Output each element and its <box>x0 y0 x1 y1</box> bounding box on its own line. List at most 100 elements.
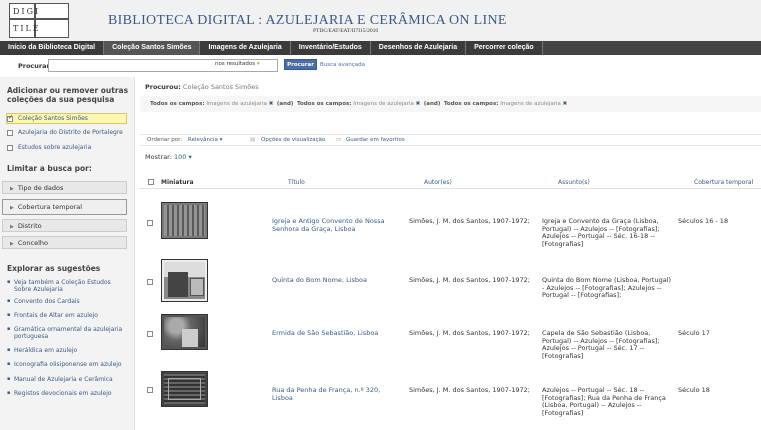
collection-label: Azulejaria do Distrito de Portalegre <box>18 129 123 136</box>
search-scope-value: nos resultados <box>215 61 256 67</box>
facet-cobertura[interactable]: ▶ Cobertura temporal <box>2 199 127 215</box>
checkbox-icon[interactable] <box>7 129 13 136</box>
collection-option[interactable]: Azulejaria do Distrito de Portalegre <box>7 127 123 138</box>
row-checkbox[interactable] <box>147 331 153 337</box>
facet-concelho[interactable]: ▶ Concelho <box>2 236 127 249</box>
suggestion-link[interactable]: Convento dos Cardais <box>7 298 127 305</box>
nav-home[interactable]: Início da Biblioteca Digital <box>0 41 105 55</box>
row-checkbox[interactable] <box>147 220 153 226</box>
result-title[interactable]: Ermida de São Sebastião, Lisboa <box>272 329 387 338</box>
table-row: Quinta do Bom Nome, Lisboa Simões, J. M.… <box>140 259 761 315</box>
result-author: Simões, J. M. dos Santos, 1907-1972; <box>409 329 530 337</box>
suggestion-link[interactable]: Heráldica em azulejo <box>7 347 127 354</box>
result-subject: Capela de São Sebastião (Lisboa, Portuga… <box>542 329 660 360</box>
row-checkbox[interactable] <box>147 279 153 285</box>
facet-label: Distrito <box>17 222 42 230</box>
result-author: Simões, J. M. dos Santos, 1907-1972; <box>409 276 530 284</box>
suggestion-link[interactable]: Veja também a Coleção Estudos Sobre Azul… <box>7 279 127 293</box>
collection-label: Coleção Santos Simões <box>18 115 88 122</box>
suggestion-link[interactable]: Manual de Azulejaria e Cerâmica <box>7 376 127 383</box>
search-scope-select[interactable]: nos resultados ▾ <box>215 61 260 67</box>
remove-filter-icon[interactable]: ✖ <box>563 101 568 107</box>
collection-option[interactable]: Estudos sobre azulejaria <box>7 142 91 153</box>
result-title[interactable]: Igreja e Antigo Convento de Nossa Senhor… <box>272 217 387 233</box>
table-row: Ermida de São Sebastião, Lisboa Simões, … <box>140 314 761 370</box>
order-select[interactable]: Relevância ▾ <box>188 137 222 143</box>
col-title[interactable]: Título <box>288 179 305 186</box>
filter-field: Todos os campos: <box>296 101 352 107</box>
nav-percorrer[interactable]: Percorrer coleção <box>466 41 543 55</box>
nav-desenhos[interactable]: Desenhos de Azulejaria <box>370 41 467 55</box>
checkbox-icon[interactable] <box>7 114 13 122</box>
nav-inventario[interactable]: Inventário/Estudos <box>290 41 371 55</box>
page-size-label: Mostrar: <box>145 153 172 161</box>
folder-icon: ▭ <box>336 137 342 143</box>
facet-label: Concelho <box>17 239 48 247</box>
suggestion-label: Veja também a Coleção Estudos Sobre Azul… <box>14 279 111 293</box>
result-title[interactable]: Rua da Penha de França, n.º 320, Lisboa <box>272 386 402 402</box>
facet-distrito[interactable]: ▶ Distrito <box>2 219 127 232</box>
remove-filter-icon[interactable]: ✖ <box>416 101 421 107</box>
remove-filter-icon[interactable]: ✖ <box>269 101 274 107</box>
facet-label: Tipo de dados <box>17 184 64 192</box>
result-subject: Quinta do Bom Nome (Lisboa, Portugal) - … <box>542 276 672 299</box>
order-label: Ordenar por: <box>147 137 183 143</box>
main-nav: Início da Biblioteca Digital Coleção San… <box>0 41 761 55</box>
col-coverage[interactable]: Cobertura temporal <box>694 179 753 186</box>
search-summary: Procurou: Coleção Santos Simões <box>145 83 259 91</box>
facet-tipo-dados[interactable]: ▶ Tipo de dados <box>2 181 127 194</box>
suggestion-label: Manual de Azulejaria e Cerâmica <box>14 376 113 383</box>
facet-label: Cobertura temporal <box>17 203 83 211</box>
result-thumbnail[interactable] <box>161 259 208 302</box>
result-thumbnail[interactable] <box>161 314 208 350</box>
add-collections-heading: Adicionar ou remover outras coleções da … <box>7 86 129 104</box>
suggestions-heading: Explorar as sugestões <box>7 264 101 273</box>
result-thumbnail[interactable] <box>161 202 208 239</box>
result-title[interactable]: Quinta do Bom Nome, Lisboa <box>272 276 387 285</box>
nav-imagens[interactable]: Imagens de Azulejaria <box>200 41 291 55</box>
suggestion-link[interactable]: Gramática ornamental da azulejaria portu… <box>7 326 127 340</box>
col-subject[interactable]: Assunto(s) <box>558 179 590 186</box>
result-thumbnail[interactable] <box>161 371 208 407</box>
result-subject: Azulejos -- Portugal -- Séc. 18 -- [Foto… <box>542 386 666 417</box>
digitile-logo[interactable]: DIGI TILE <box>9 3 69 38</box>
site-subtitle: PTDC/EAT/EAT/II7I15/2010 <box>313 28 379 34</box>
suggestion-label: Gramática ornamental da azulejaria portu… <box>14 326 123 340</box>
suggestion-label: Frontais de Altar em azulejo <box>14 312 98 319</box>
view-options-link[interactable]: Opções de visualização <box>261 137 325 143</box>
suggestion-label: Registos devocionais em azulejo <box>14 390 112 397</box>
filter-value: Imagens de azulejaria <box>500 101 561 107</box>
result-subject: Igreja e Convento da Graça (Lisboa, Port… <box>542 217 660 248</box>
suggestion-link[interactable]: Frontais de Altar em azulejo <box>7 312 127 319</box>
page-size-select[interactable]: 100 ▾ <box>174 153 192 161</box>
results-panel: Procurou: Coleção Santos Simões Todos os… <box>140 77 761 430</box>
checkbox-icon[interactable] <box>7 144 13 151</box>
filter-chips: Todos os campos: Imagens de azulejaria ✖… <box>150 101 567 107</box>
save-favorites-link[interactable]: Guardar em favoritos <box>346 137 405 143</box>
advanced-search-link[interactable]: Busca avançada <box>320 62 365 68</box>
site-header: DIGI TILE BIBLIOTECA DIGITAL : AZULEJARI… <box>0 0 761 41</box>
search-summary-label: Procurou: <box>145 83 181 91</box>
triangle-right-icon: ▶ <box>10 224 14 230</box>
site-title: BIBLIOTECA DIGITAL : AZULEJARIA E CERÂMI… <box>108 13 507 28</box>
result-author: Simões, J. M. dos Santos, 1907-1972; <box>409 217 530 225</box>
search-button[interactable]: Procurar <box>284 59 317 70</box>
suggestion-link[interactable]: Iconografia olisiponense em azulejo <box>7 361 127 368</box>
nav-santos-simoes[interactable]: Coleção Santos Simões <box>104 41 201 55</box>
table-row: Rua da Penha de França, n.º 320, Lisboa … <box>140 371 761 427</box>
search-label: Procurar <box>18 62 50 70</box>
row-checkbox[interactable] <box>147 387 153 393</box>
select-all-checkbox[interactable] <box>148 179 154 185</box>
collection-option[interactable]: Coleção Santos Simões <box>6 113 127 124</box>
search-bar: Procurar nos resultados ▾ Procurar Busca… <box>0 57 761 75</box>
logo-text-bottom: TILE <box>13 24 41 33</box>
suggestion-link[interactable]: Registos devocionais em azulejo <box>7 390 127 397</box>
triangle-right-icon: ▶ <box>10 186 14 192</box>
col-author[interactable]: Autor(es) <box>424 179 452 186</box>
page-size: Mostrar: 100 ▾ <box>145 153 192 161</box>
filter-and: (and) <box>276 101 294 107</box>
logo-text-top: DIGI <box>13 7 41 16</box>
view-options-icon: ▤ <box>250 137 256 143</box>
suggestion-label: Iconografia olisiponense em azulejo <box>14 361 122 368</box>
result-coverage: Séculos 16 - 18 <box>678 217 729 225</box>
